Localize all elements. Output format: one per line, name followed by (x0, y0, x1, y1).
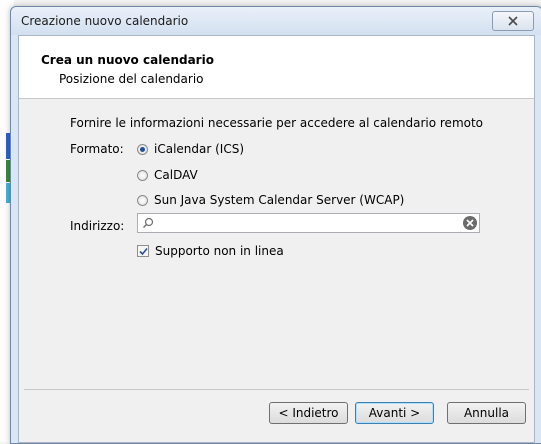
format-option-ics[interactable]: iCalendar (ICS) (137, 142, 244, 156)
clear-icon (466, 219, 474, 227)
next-button[interactable]: Avanti > (355, 402, 434, 424)
offline-label: Supporto non in linea (155, 244, 284, 258)
instruction-text: Fornire le informazioni necessarie per a… (70, 116, 484, 130)
format-option-label: CalDAV (154, 168, 198, 182)
format-option-label: Sun Java System Calendar Server (WCAP) (154, 193, 405, 207)
back-button[interactable]: < Indietro (269, 402, 348, 424)
radio-button[interactable] (137, 169, 148, 181)
wizard-header: Crea un nuovo calendario Posizione del c… (19, 36, 534, 99)
dialog-window: Creazione nuovo calendario Crea un nuovo… (10, 6, 541, 444)
window-title: Creazione nuovo calendario (21, 14, 189, 28)
wizard-subtitle: Posizione del calendario (59, 72, 204, 86)
address-value (160, 217, 460, 229)
dialog-body: Crea un nuovo calendario Posizione del c… (18, 35, 535, 443)
footer-divider (24, 389, 529, 390)
close-button[interactable] (492, 11, 534, 31)
format-option-wcap[interactable]: Sun Java System Calendar Server (WCAP) (137, 193, 404, 207)
checkmark-icon (138, 247, 148, 255)
format-option-label: iCalendar (ICS) (154, 142, 245, 156)
clear-button[interactable] (463, 216, 477, 230)
wizard-title: Crea un nuovo calendario (41, 53, 214, 67)
offline-checkbox[interactable] (137, 245, 149, 257)
format-option-caldav[interactable]: CalDAV (137, 168, 198, 182)
radio-button[interactable] (137, 143, 148, 155)
address-label: Indirizzo: (70, 219, 125, 233)
search-icon (143, 217, 154, 228)
radio-button[interactable] (137, 194, 148, 206)
cancel-button[interactable]: Annulla (447, 402, 526, 424)
address-input[interactable] (137, 213, 480, 233)
format-label: Formato: (70, 142, 124, 156)
offline-support-option[interactable]: Supporto non in linea (137, 244, 284, 258)
title-bar[interactable]: Creazione nuovo calendario (11, 7, 541, 35)
close-icon (508, 16, 518, 26)
